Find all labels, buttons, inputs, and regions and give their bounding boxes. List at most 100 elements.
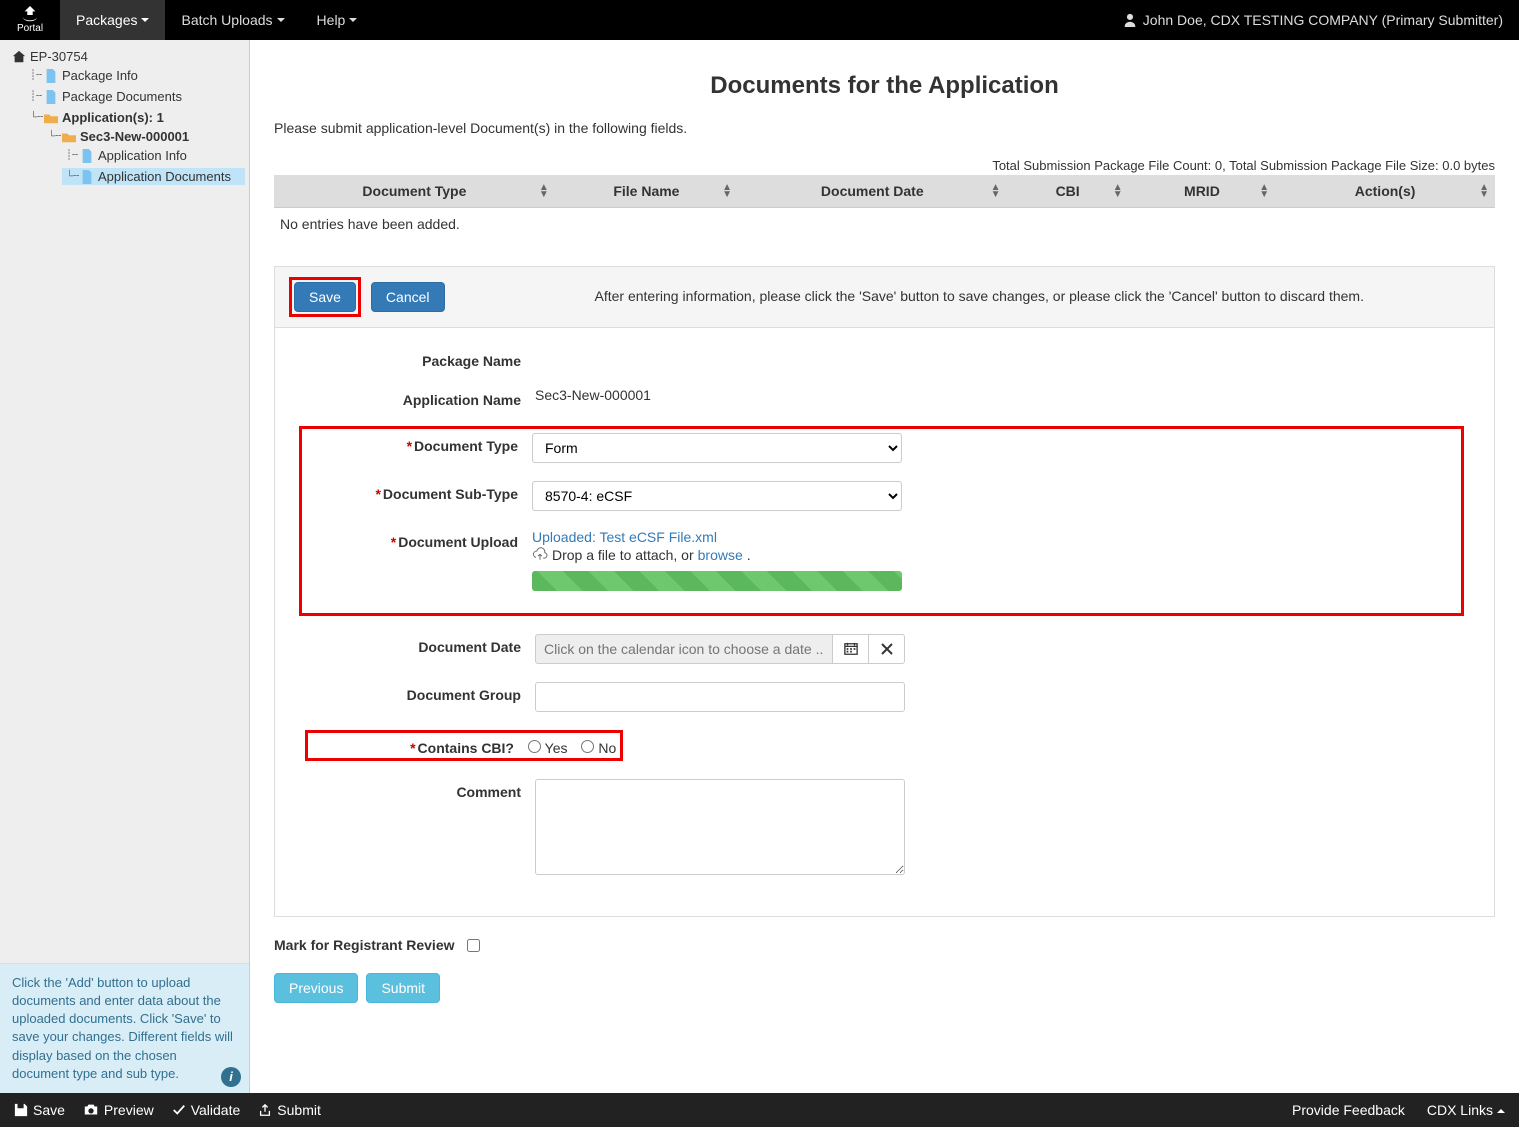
tree-label: Package Info — [62, 68, 138, 83]
file-icon — [44, 90, 58, 104]
sidebar-tip: Click the 'Add' button to upload documen… — [0, 963, 249, 1093]
tip-text: Click the 'Add' button to upload documen… — [12, 975, 233, 1081]
tree-package-info[interactable]: ┊╌ Package Info — [26, 67, 245, 84]
sort-icon: ▲▼ — [1479, 184, 1489, 198]
cloud-upload-icon — [532, 547, 548, 563]
panel-toolbar: Save Cancel After entering information, … — [275, 267, 1494, 328]
home-icon — [12, 50, 26, 64]
sort-icon: ▲▼ — [1113, 184, 1123, 198]
document-date-input[interactable] — [535, 634, 833, 664]
panel-help-text: After entering information, please click… — [595, 287, 1480, 307]
drop-text: Drop a file to attach, or — [552, 547, 694, 563]
cbi-yes-option[interactable]: Yes — [528, 740, 567, 756]
tree-connector: ┊╌ — [66, 150, 76, 161]
tree-app-sec3[interactable]: └╌ Sec3-New-000001 — [44, 128, 245, 145]
user-info[interactable]: John Doe, CDX TESTING COMPANY (Primary S… — [1107, 0, 1519, 40]
documents-table: Document Type▲▼ File Name▲▼ Document Dat… — [274, 175, 1495, 240]
col-actions[interactable]: Action(s)▲▼ — [1275, 175, 1495, 208]
col-document-type[interactable]: Document Type▲▼ — [274, 175, 555, 208]
folder-open-icon — [62, 131, 76, 143]
col-cbi[interactable]: CBI▲▼ — [1007, 175, 1129, 208]
collapse-icon[interactable]: └╌ — [30, 112, 40, 123]
page-instruction: Please submit application-level Document… — [274, 120, 1495, 136]
main-content: Documents for the Application Please sub… — [250, 40, 1519, 1093]
nav-batch-uploads[interactable]: Batch Uploads — [165, 0, 300, 40]
comment-textarea[interactable] — [535, 779, 905, 875]
footer-validate[interactable]: Validate — [172, 1102, 241, 1118]
nav-tree: EP-30754 ┊╌ Package Info ┊╌ Package Docu… — [0, 40, 249, 963]
browse-link[interactable]: browse — [698, 547, 743, 563]
cancel-button[interactable]: Cancel — [371, 282, 445, 312]
document-type-select[interactable]: Form — [532, 433, 902, 463]
file-icon — [80, 149, 94, 163]
file-icon — [80, 170, 94, 184]
clear-date-button[interactable] — [869, 634, 905, 664]
file-icon — [44, 69, 58, 83]
mark-review-checkbox[interactable] — [467, 939, 480, 952]
user-name: John Doe, CDX TESTING COMPANY (Primary S… — [1143, 12, 1503, 28]
tree-application-info[interactable]: ┊╌ Application Info — [62, 147, 245, 164]
upload-dropzone[interactable]: Drop a file to attach, or browse. — [532, 547, 902, 563]
cbi-no-radio[interactable] — [581, 740, 594, 753]
info-icon[interactable]: i — [221, 1067, 241, 1087]
uploaded-file-link[interactable]: Uploaded: Test eCSF File.xml — [532, 529, 717, 545]
calendar-icon — [844, 642, 858, 656]
cbi-yes-radio[interactable] — [528, 740, 541, 753]
label-document-type: *Document Type — [302, 433, 532, 454]
upload-progress-bar — [532, 571, 902, 591]
footer-save[interactable]: Save — [14, 1102, 65, 1118]
label-mark-review: Mark for Registrant Review — [274, 937, 455, 953]
footer-feedback[interactable]: Provide Feedback — [1292, 1102, 1405, 1118]
calendar-button[interactable] — [833, 634, 869, 664]
user-icon — [1123, 13, 1137, 27]
value-application-name: Sec3-New-000001 — [535, 387, 905, 403]
tree-connector: └╌ — [66, 171, 76, 182]
footer-cdx-links[interactable]: CDX Links — [1427, 1102, 1505, 1118]
label-contains-cbi: *Contains CBI? — [312, 735, 528, 756]
folder-open-icon — [44, 112, 58, 124]
label-document-date: Document Date — [305, 634, 535, 655]
nav-help[interactable]: Help — [301, 0, 374, 40]
save-icon — [14, 1103, 28, 1117]
sort-icon: ▲▼ — [1259, 184, 1269, 198]
footer-submit[interactable]: Submit — [258, 1102, 321, 1118]
tree-label: Application Documents — [98, 169, 231, 184]
empty-message: No entries have been added. — [274, 208, 1495, 241]
label-application-name: Application Name — [305, 387, 535, 408]
edit-panel: Save Cancel After entering information, … — [274, 266, 1495, 917]
tree-label: Package Documents — [62, 89, 182, 104]
sort-icon: ▲▼ — [539, 184, 549, 198]
save-highlight: Save — [289, 277, 361, 317]
table-empty-row: No entries have been added. — [274, 208, 1495, 241]
document-group-input[interactable] — [535, 682, 905, 712]
logo-icon — [19, 6, 41, 24]
portal-logo[interactable]: Portal — [0, 0, 60, 40]
top-navbar: Portal Packages Batch Uploads Help John … — [0, 0, 1519, 40]
tree-label: Application(s): 1 — [62, 110, 164, 125]
share-icon — [258, 1103, 272, 1117]
submit-button[interactable]: Submit — [366, 973, 440, 1003]
sort-icon: ▲▼ — [991, 184, 1001, 198]
footer-preview[interactable]: Preview — [83, 1102, 154, 1118]
document-subtype-select[interactable]: 8570-4: eCSF — [532, 481, 902, 511]
nav-packages[interactable]: Packages — [60, 0, 165, 40]
tree-package-documents[interactable]: ┊╌ Package Documents — [26, 88, 245, 105]
col-file-name[interactable]: File Name▲▼ — [555, 175, 738, 208]
cbi-no-option[interactable]: No — [581, 740, 616, 756]
check-icon — [172, 1103, 186, 1117]
tree-application-documents[interactable]: └╌ Application Documents — [62, 168, 245, 185]
collapse-icon[interactable]: └╌ — [48, 131, 58, 142]
mark-for-review-row: Mark for Registrant Review — [274, 937, 1495, 953]
previous-button[interactable]: Previous — [274, 973, 358, 1003]
label-document-upload: *Document Upload — [302, 529, 532, 550]
footer-bar: Save Preview Validate Submit Provide Fee… — [0, 1093, 1519, 1127]
col-document-date[interactable]: Document Date▲▼ — [738, 175, 1007, 208]
tree-connector: ┊╌ — [30, 70, 40, 81]
sidebar: EP-30754 ┊╌ Package Info ┊╌ Package Docu… — [0, 40, 250, 1093]
logo-text: Portal — [17, 24, 43, 34]
tree-root[interactable]: EP-30754 — [8, 48, 245, 65]
tree-applications[interactable]: └╌ Application(s): 1 — [26, 109, 245, 126]
tree-root-label: EP-30754 — [30, 49, 88, 64]
save-button[interactable]: Save — [294, 282, 356, 312]
col-mrid[interactable]: MRID▲▼ — [1129, 175, 1276, 208]
